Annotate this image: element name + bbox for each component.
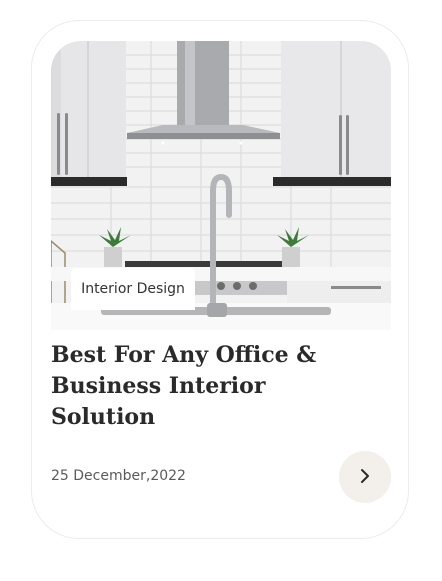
category-tag[interactable]: Interior Design [71, 268, 195, 310]
post-title[interactable]: Best For Any Office & Business Interior … [51, 340, 341, 433]
read-more-button[interactable] [339, 451, 391, 503]
chevron-right-icon [358, 468, 372, 487]
post-date: 25 December,2022 [51, 468, 186, 484]
